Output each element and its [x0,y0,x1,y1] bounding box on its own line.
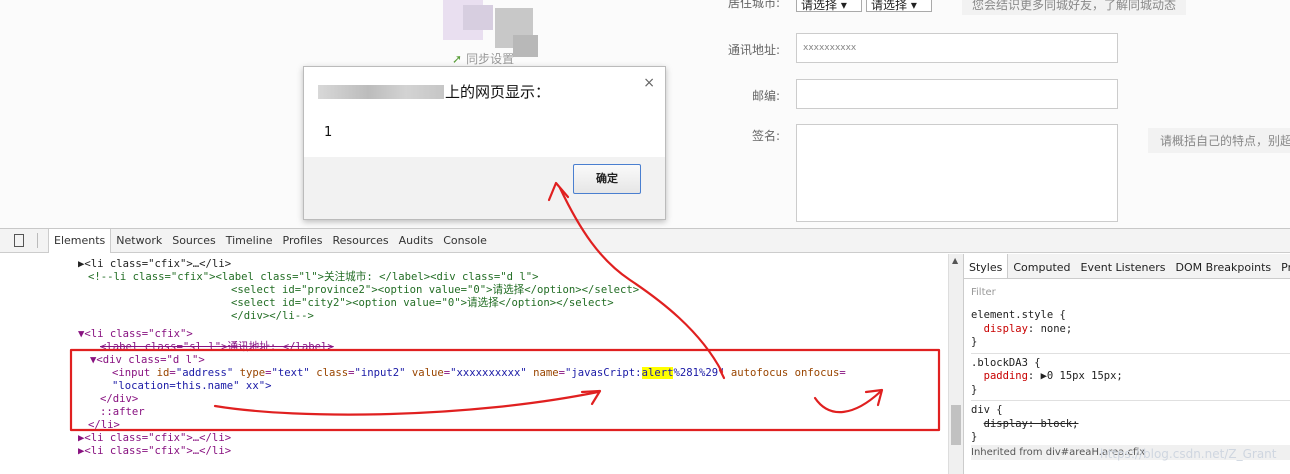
styles-tabbar: Styles Computed Event Listeners DOM Brea… [964,254,1290,279]
css-rules: element.style { display: none; } .blockD… [971,309,1290,460]
tab-sources[interactable]: Sources [167,229,221,252]
rule-property[interactable]: display [984,323,1028,335]
dom-input-node-cont[interactable]: "location=this.name" xx"> [112,380,271,392]
scroll-up-icon[interactable]: ▲ [952,256,958,265]
address-label: 通讯地址: [727,43,780,57]
dom-comment[interactable]: </div></li--> [231,310,314,322]
close-icon[interactable]: × [643,75,655,91]
dom-comment[interactable]: <select id="city2"><option value="0">请选择… [231,297,614,309]
tab-resources[interactable]: Resources [327,229,393,252]
tab-dom-breakpoints[interactable]: DOM Breakpoints [1171,254,1277,278]
watermark: https://blog.csdn.net/Z_Grant [1100,447,1277,461]
scroll-thumb[interactable] [951,405,961,445]
rule-close: } [971,336,978,348]
tab-computed[interactable]: Computed [1008,254,1075,278]
divider [37,233,38,248]
rule-selector: .blockDA3 { [971,356,1041,369]
tab-profiles[interactable]: Profiles [278,229,328,252]
blurred-origin [318,85,444,99]
signature-textarea[interactable] [796,124,1118,222]
dom-node[interactable]: <label class="sl l">通讯地址: </label> [100,341,334,353]
sync-settings-link[interactable]: ➚ 同步设置 [452,50,514,67]
sync-settings-label: 同步设置 [466,52,515,66]
dom-comment[interactable]: <select id="province2"><option value="0"… [231,284,639,296]
dom-node[interactable]: ▶<li class="cfix">…</li> [78,432,231,444]
dom-pseudo[interactable]: ::after [100,406,145,418]
postcode-label: 邮编: [751,89,780,103]
devtools-panel: Elements Network Sources Timeline Profil… [0,228,1290,474]
postcode-input[interactable] [796,79,1118,109]
tab-network[interactable]: Network [111,229,167,252]
signature-tip: 请概括自己的特点，别超 [1148,128,1290,153]
rule-property[interactable]: padding [984,370,1028,382]
elements-scrollbar[interactable]: ▲ [948,254,963,474]
dialog-title: 上的网页显示： [445,83,551,101]
province-select[interactable]: 请选择 ▾ [796,0,862,12]
dom-node[interactable]: ▶<li class="cfix">…</li> [78,445,231,457]
rule-close: } [971,383,978,396]
city-select[interactable]: 请选择 ▾ [866,0,932,12]
tab-event-listeners[interactable]: Event Listeners [1076,254,1171,278]
elements-tree[interactable]: ▶<li class="cfix">…</li> <!--li class="c… [0,254,945,474]
rule-selector: element.style { [971,309,1066,321]
rule-close: } [971,431,978,443]
rule-value[interactable]: ▶0 15px 15px; [1041,370,1123,382]
leaf-icon: ➚ [452,52,463,66]
tab-properties[interactable]: Pro [1276,254,1290,278]
alert-highlight: alert [641,367,674,379]
devtools-tabbar: Elements Network Sources Timeline Profil… [0,229,1290,253]
dock-icon[interactable] [14,234,24,247]
tab-elements[interactable]: Elements [48,229,112,253]
styles-pane: Styles Computed Event Listeners DOM Brea… [963,254,1290,474]
dialog-message: 1 [324,125,333,140]
dom-node[interactable]: </div> [100,393,138,405]
tab-audits[interactable]: Audits [394,229,439,252]
signature-label: 签名: [751,129,780,143]
dom-input-node[interactable]: <input id="address" type="text" class="i… [112,367,846,379]
dom-node[interactable]: ▼<div class="d l"> [90,354,205,366]
address-input[interactable]: xxxxxxxxxx [796,33,1118,63]
dom-node[interactable]: ▼<li class="cfix"> [78,328,193,340]
styles-filter-input[interactable]: Filter [971,287,996,298]
rule-selector: div { [971,404,1003,416]
city-label: 居住城市: [727,0,780,10]
dom-node[interactable]: ▶<li class="cfix">…</li> [78,258,231,270]
tab-timeline[interactable]: Timeline [221,229,278,252]
ok-button[interactable]: 确定 [573,164,641,194]
alert-dialog: 上的网页显示： × 1 确定 [303,66,666,220]
city-tip: 您会结识更多同城好友，了解同城动态 [962,0,1187,15]
dom-node[interactable]: </li> [88,419,120,431]
tab-styles[interactable]: Styles [964,254,1009,278]
rule-overridden[interactable]: display: block; [984,418,1079,430]
tab-console[interactable]: Console [438,229,492,252]
dom-comment[interactable]: <!--li class="cfix"><label class="l">关注城… [88,271,539,283]
rule-value[interactable]: none; [1041,323,1073,335]
